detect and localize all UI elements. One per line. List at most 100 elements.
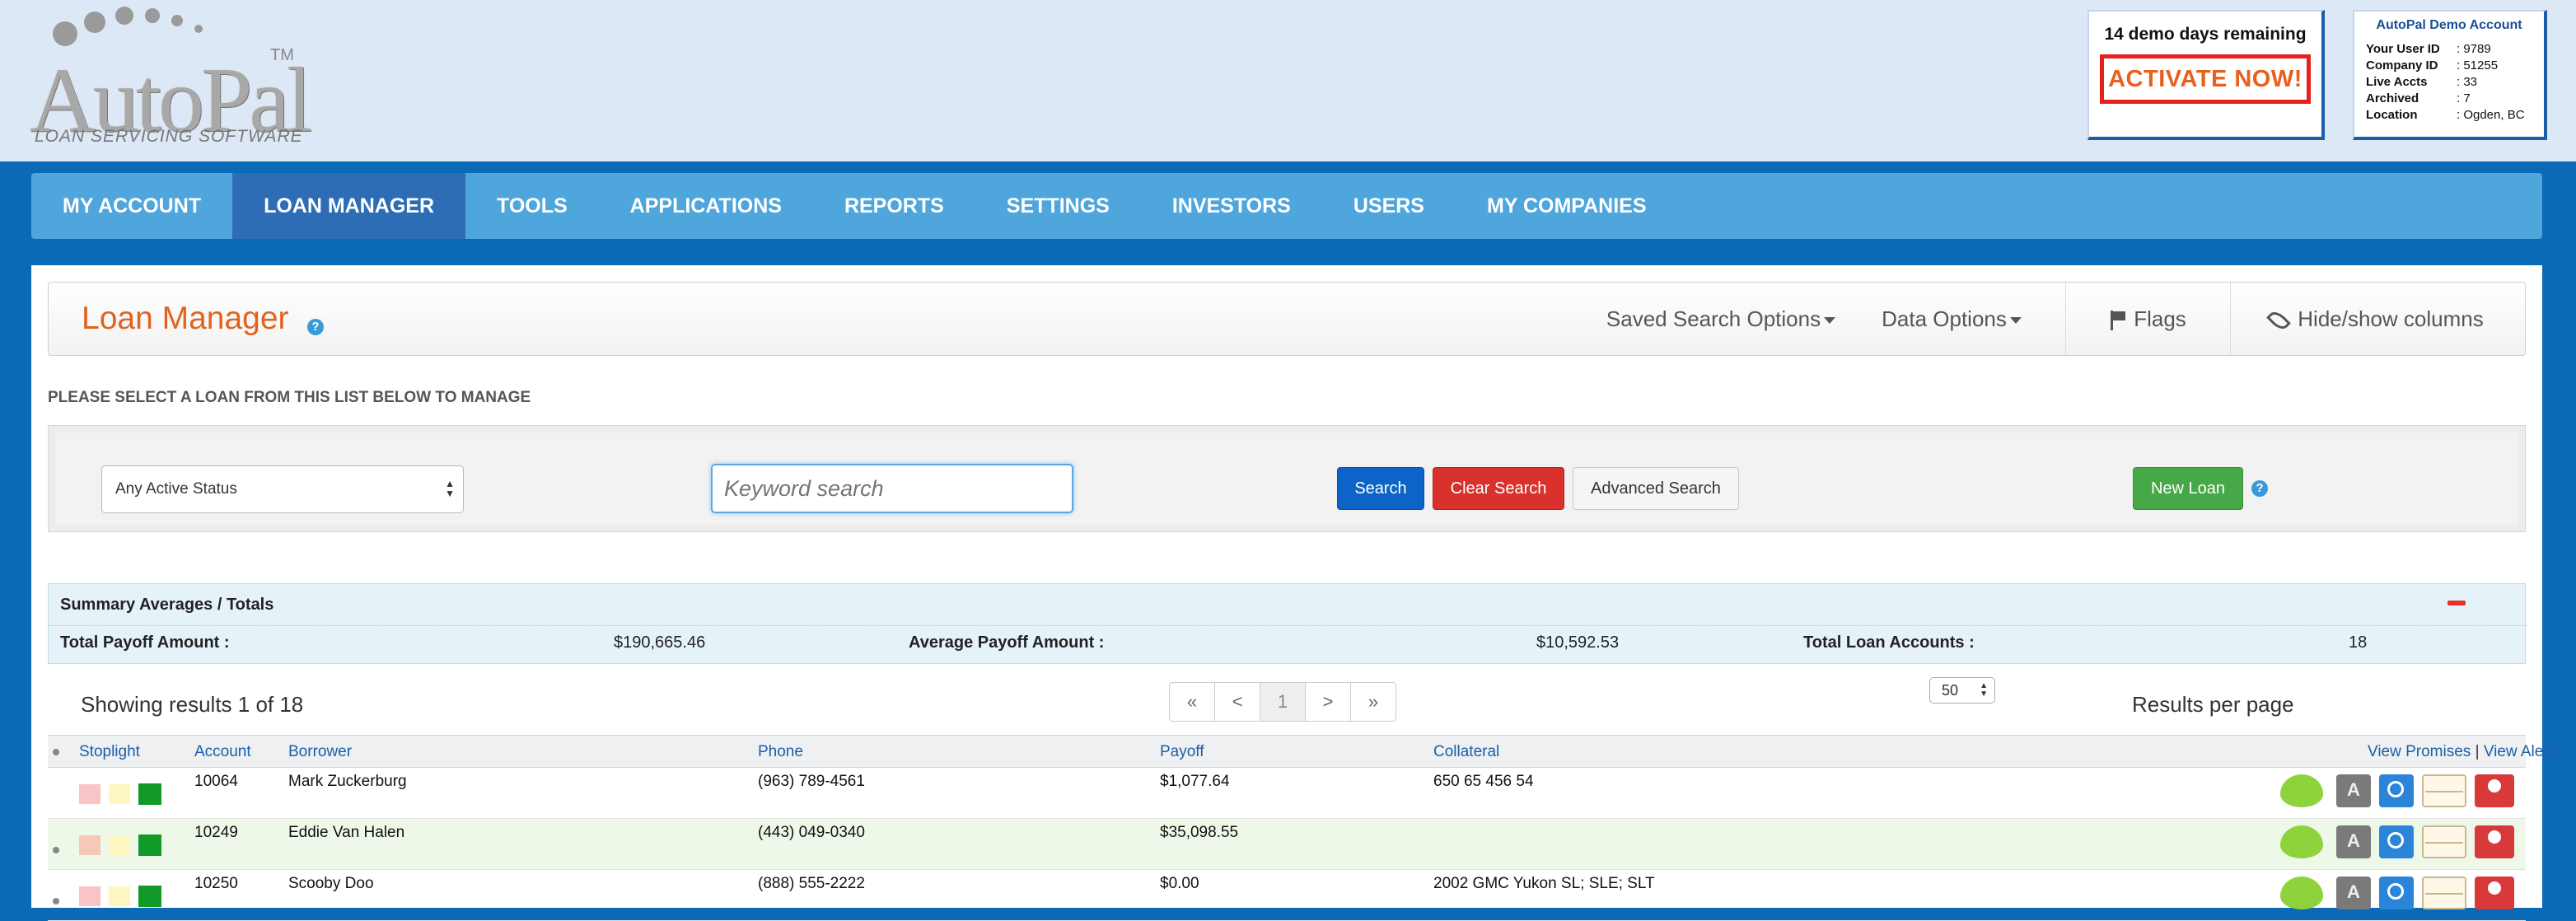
nav-my-account[interactable]: MY ACCOUNT (31, 173, 232, 239)
results-count: Showing results 1 of 18 (81, 692, 304, 717)
bullet-icon (53, 898, 59, 905)
stoplight-red[interactable] (79, 784, 101, 804)
table-row[interactable]: 10249 Eddie Van Halen (443) 049-0340 $35… (48, 819, 2526, 870)
nav-applications[interactable]: APPLICATIONS (599, 173, 813, 239)
hide-show-columns-button[interactable]: Hide/show columns (2232, 283, 2520, 355)
flags-button[interactable]: Flags (2067, 283, 2228, 355)
nav-users[interactable]: USERS (1322, 173, 1456, 239)
average-payoff-label: Average Payoff Amount : (909, 633, 1105, 652)
cell-account: 10064 (194, 773, 238, 790)
pager-current-page[interactable]: 1 (1260, 682, 1306, 722)
stamp-icon[interactable] (2336, 877, 2371, 909)
stamp-icon[interactable] (2336, 825, 2371, 858)
pager-next[interactable]: > (1305, 682, 1351, 722)
flag-icon (2109, 311, 2127, 331)
cell-borrower: Scooby Doo (288, 875, 374, 892)
stoplight-green[interactable] (138, 835, 161, 856)
cell-account: 10249 (194, 824, 238, 841)
stoplight-yellow[interactable] (109, 784, 130, 804)
keyword-search-input[interactable] (711, 464, 1073, 513)
collapse-minus-icon[interactable] (2447, 601, 2466, 605)
clear-search-button[interactable]: Clear Search (1433, 467, 1564, 510)
new-loan-button[interactable]: New Loan (2133, 467, 2243, 510)
summary-box: Summary Averages / Totals Total Payoff A… (48, 583, 2527, 664)
nav-loan-manager[interactable]: LOAN MANAGER (232, 173, 465, 239)
stamp-icon[interactable] (2336, 774, 2371, 807)
magnifier-icon[interactable] (2379, 825, 2414, 858)
view-links: View Promises | View Alerts (2368, 743, 2560, 761)
demo-days-text: 14 demo days remaining (2104, 25, 2307, 44)
user-icon[interactable] (2475, 877, 2514, 909)
account-row-location: Location: Ogden, BC (2366, 108, 2525, 122)
help-icon[interactable]: ? (307, 319, 324, 335)
advanced-search-button[interactable]: Advanced Search (1573, 467, 1739, 510)
status-select[interactable]: Any Active Status ▲ ▼ (101, 465, 464, 513)
results-per-page-select[interactable]: 50 ▲ ▼ (1929, 677, 1995, 704)
stoplight-red[interactable] (79, 835, 101, 855)
logo-tagline: LOAN SERVICING SOFTWARE (35, 127, 303, 146)
summary-title: Summary Averages / Totals (60, 596, 274, 614)
pager-last[interactable]: » (1350, 682, 1396, 722)
table-row[interactable]: 10064 Mark Zuckerburg (963) 789-4561 $1,… (48, 768, 2526, 819)
autopal-logo[interactable]: AutoPal TM LOAN SERVICING SOFTWARE (30, 3, 312, 152)
row-actions (2280, 877, 2522, 909)
average-payoff-value: $10,592.53 (1536, 633, 1620, 652)
search-button[interactable]: Search (1337, 467, 1424, 510)
data-options-dropdown[interactable]: Data Options (1853, 283, 2050, 355)
user-icon[interactable] (2475, 825, 2514, 858)
column-collateral[interactable]: Collateral (1433, 743, 1499, 761)
bullet-icon (53, 749, 59, 755)
table-row[interactable]: 10250 Scooby Doo (888) 555-2222 $0.00 20… (48, 870, 2526, 921)
caret-down-icon (1824, 317, 1836, 325)
column-payoff[interactable]: Payoff (1160, 743, 1204, 761)
nav-settings[interactable]: SETTINGS (975, 173, 1141, 239)
cell-payoff: $0.00 (1160, 875, 1199, 892)
main-nav: MY ACCOUNT LOAN MANAGER TOOLS APPLICATIO… (31, 173, 2542, 239)
chat-icon[interactable] (2280, 877, 2323, 909)
column-account[interactable]: Account (194, 743, 251, 761)
stoplight-yellow[interactable] (109, 835, 130, 855)
chat-icon[interactable] (2280, 825, 2323, 858)
cell-phone: (888) 555-2222 (758, 875, 865, 892)
column-phone[interactable]: Phone (758, 743, 803, 761)
column-stoplight[interactable]: Stoplight (79, 743, 140, 761)
magnifier-icon[interactable] (2379, 774, 2414, 807)
row-actions (2280, 774, 2522, 807)
stoplight-green[interactable] (138, 886, 161, 907)
stoplight-yellow[interactable] (109, 886, 130, 906)
column-borrower[interactable]: Borrower (288, 743, 352, 761)
nav-tools[interactable]: TOOLS (465, 173, 599, 239)
cell-collateral: 2002 GMC Yukon SL; SLE; SLT (1433, 875, 1655, 892)
saved-search-options-dropdown[interactable]: Saved Search Options (1597, 283, 1844, 355)
cell-phone: (443) 049-0340 (758, 824, 865, 841)
account-info-box: AutoPal Demo Account Your User ID: 9789 … (2353, 10, 2547, 140)
stoplight-red[interactable] (79, 886, 101, 906)
select-arrows-icon: ▲ ▼ (445, 478, 455, 499)
chat-icon[interactable] (2280, 774, 2323, 807)
pager-first[interactable]: « (1169, 682, 1215, 722)
nav-reports[interactable]: REPORTS (813, 173, 975, 239)
pager-prev[interactable]: < (1214, 682, 1260, 722)
stoplight-green[interactable] (138, 783, 161, 805)
activate-now-button[interactable]: ACTIVATE NOW! (2100, 54, 2311, 104)
total-payoff-label: Total Payoff Amount : (60, 633, 230, 652)
mail-icon[interactable] (2422, 877, 2466, 909)
view-alerts-link[interactable]: View Alerts (2484, 743, 2561, 760)
cell-payoff: $35,098.55 (1160, 824, 1239, 841)
eye-icon (2266, 308, 2292, 333)
toolbar-divider (2230, 283, 2231, 355)
nav-my-companies[interactable]: MY COMPANIES (1456, 173, 1678, 239)
mail-icon[interactable] (2422, 825, 2466, 858)
total-payoff-value: $190,665.46 (614, 633, 706, 652)
view-promises-link[interactable]: View Promises (2368, 743, 2471, 760)
select-arrows-icon: ▲ ▼ (1980, 681, 1988, 699)
mail-icon[interactable] (2422, 774, 2466, 807)
magnifier-icon[interactable] (2379, 877, 2414, 909)
account-row-live-accts: Live Accts: 33 (2366, 75, 2478, 89)
toolbar-divider (2065, 283, 2066, 355)
help-icon[interactable]: ? (2251, 480, 2268, 497)
results-per-page-label: Results per page (2132, 692, 2294, 717)
nav-investors[interactable]: INVESTORS (1141, 173, 1322, 239)
title-bar: Loan Manager ? Saved Search Options Data… (48, 282, 2526, 356)
user-icon[interactable] (2475, 774, 2514, 807)
